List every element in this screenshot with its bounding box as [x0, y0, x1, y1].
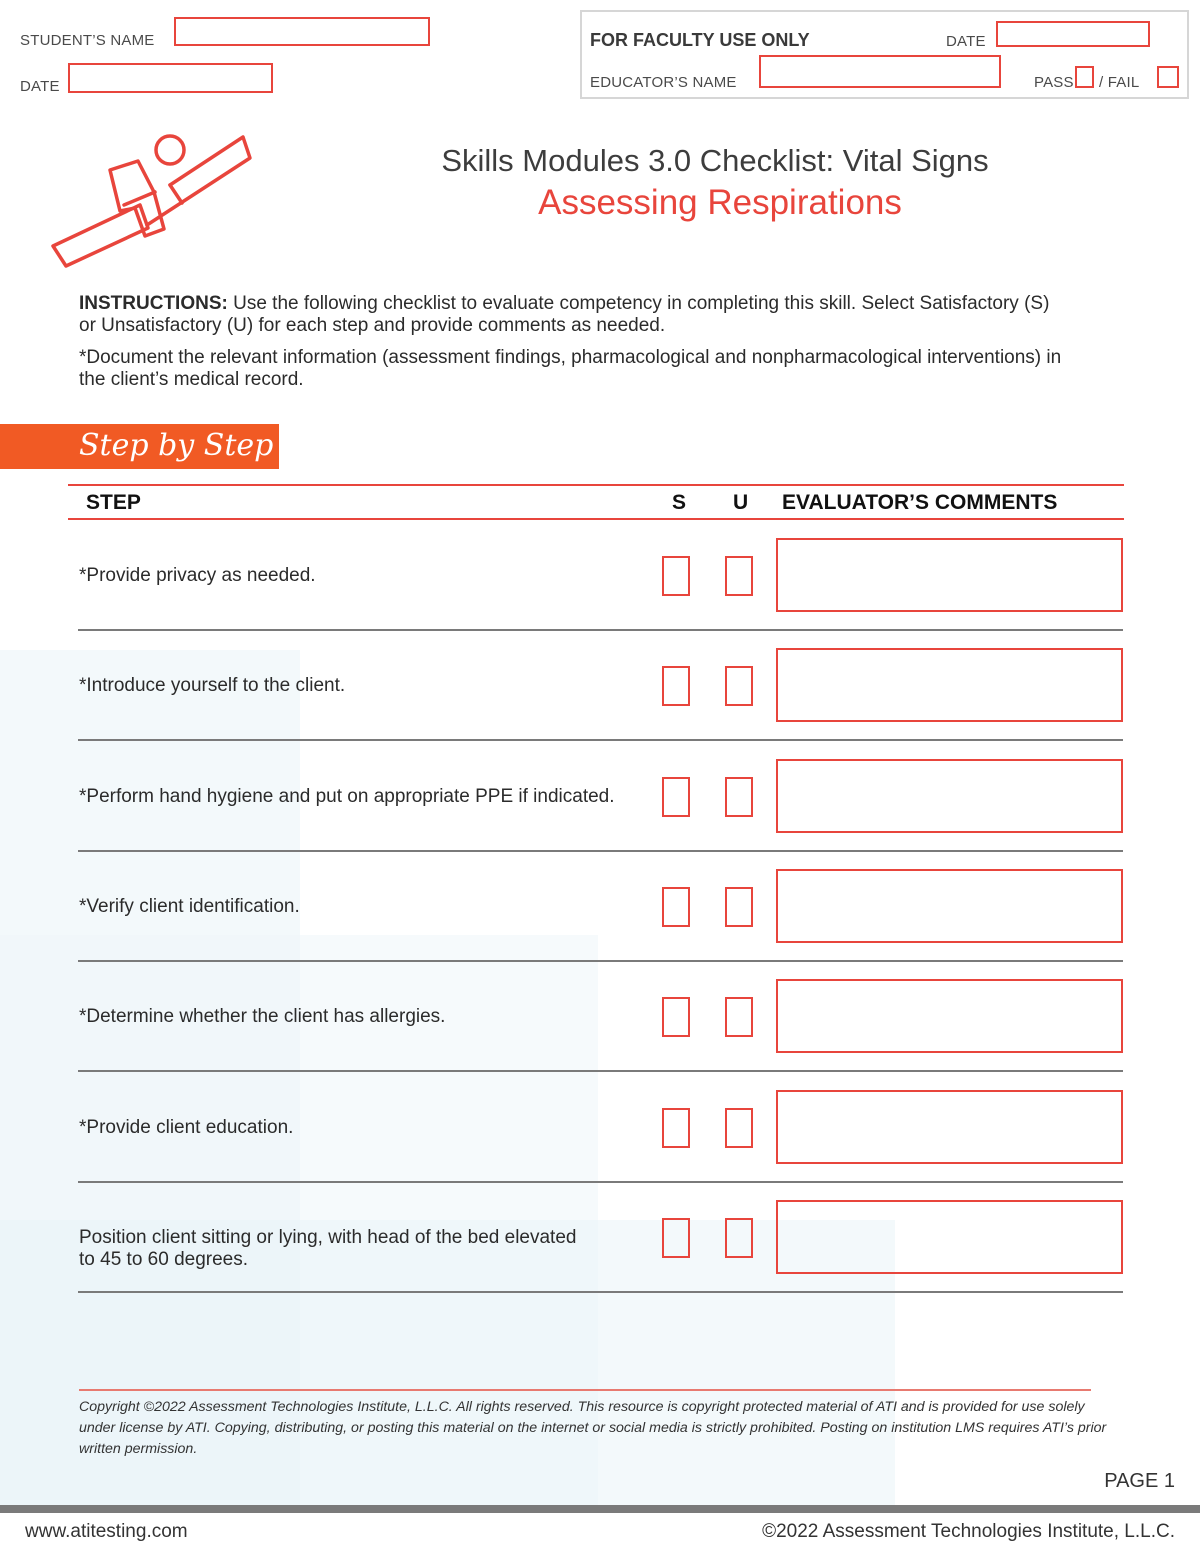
- step-text: *Perform hand hygiene and put on appropr…: [79, 785, 615, 807]
- table-row: *Provide privacy as needed.: [0, 520, 1200, 631]
- evaluator-comment-field[interactable]: [776, 758, 1123, 833]
- date-label: DATE: [20, 78, 60, 95]
- step-text: *Introduce yourself to the client.: [79, 675, 346, 697]
- table-row: *Verify client identification.: [0, 851, 1200, 962]
- fail-checkbox[interactable]: [1157, 66, 1179, 88]
- student-name-label: STUDENT’S NAME: [20, 32, 155, 49]
- fail-label: / FAIL: [1099, 74, 1140, 91]
- section-banner-label: Step by Step: [79, 428, 274, 463]
- evaluator-comment-field[interactable]: [776, 868, 1123, 943]
- pass-label: PASS: [1034, 74, 1074, 91]
- table-row: *Perform hand hygiene and put on appropr…: [0, 741, 1200, 852]
- unsatisfactory-checkbox[interactable]: [725, 1107, 753, 1148]
- document-title: Skills Modules 3.0 Checklist: Vital Sign…: [441, 143, 989, 178]
- satisfactory-checkbox[interactable]: [662, 997, 690, 1038]
- unsatisfactory-checkbox[interactable]: [725, 1217, 753, 1258]
- documentation-note: *Document the relevant information (asse…: [79, 347, 1062, 390]
- satisfactory-checkbox[interactable]: [662, 666, 690, 707]
- evaluator-comment-field[interactable]: [776, 1199, 1123, 1274]
- unsatisfactory-checkbox[interactable]: [725, 776, 753, 817]
- date-field[interactable]: [68, 63, 273, 93]
- row-divider: [78, 1290, 1123, 1293]
- skill-title: Assessing Respirations: [538, 183, 902, 222]
- unsatisfactory-checkbox[interactable]: [725, 666, 753, 707]
- educator-name-field[interactable]: [759, 55, 1001, 88]
- column-header-comments: EVALUATOR’S COMMENTS: [782, 491, 1058, 514]
- step-text: *Verify client identification.: [79, 895, 300, 917]
- instructions: INSTRUCTIONS: Use the following checklis…: [79, 293, 1069, 401]
- satisfactory-checkbox[interactable]: [662, 776, 690, 817]
- copyright-notice: Copyright ©2022 Assessment Technologies …: [79, 1399, 1107, 1457]
- unsatisfactory-checkbox[interactable]: [725, 886, 753, 927]
- website-link[interactable]: www.atitesting.com: [25, 1521, 188, 1543]
- satisfactory-checkbox[interactable]: [662, 886, 690, 927]
- unsatisfactory-checkbox[interactable]: [725, 997, 753, 1038]
- unsatisfactory-checkbox[interactable]: [725, 556, 753, 596]
- table-row: *Provide client education.: [0, 1072, 1200, 1183]
- faculty-use-title: FOR FACULTY USE ONLY: [590, 30, 810, 50]
- pass-checkbox[interactable]: [1075, 66, 1094, 88]
- column-header-step: STEP: [86, 491, 141, 514]
- step-text: Position client sitting or lying, with h…: [79, 1226, 577, 1270]
- table-row: Position client sitting or lying, with h…: [0, 1182, 1200, 1293]
- footer-rule: [79, 1389, 1091, 1391]
- step-text: *Determine whether the client has allerg…: [79, 1006, 446, 1028]
- student-name-field[interactable]: [174, 17, 430, 46]
- evaluator-comment-field[interactable]: [776, 648, 1123, 723]
- evaluator-comment-field[interactable]: [776, 538, 1123, 612]
- evaluator-comment-field[interactable]: [776, 979, 1123, 1054]
- section-banner: Step by Step: [0, 424, 279, 469]
- table-header-top-rule: [68, 484, 1124, 486]
- satisfactory-checkbox[interactable]: [662, 1217, 690, 1258]
- column-header-s: S: [672, 491, 687, 514]
- ati-figure-logo-icon: [51, 134, 252, 268]
- faculty-date-label: DATE: [946, 33, 986, 50]
- satisfactory-checkbox[interactable]: [662, 556, 690, 596]
- page-number: PAGE 1: [1104, 1470, 1175, 1492]
- instructions-lead: INSTRUCTIONS:: [79, 293, 228, 314]
- column-header-u: U: [733, 491, 749, 514]
- faculty-date-field[interactable]: [996, 21, 1150, 47]
- step-text: *Provide privacy as needed.: [79, 565, 316, 586]
- table-row: *Determine whether the client has allerg…: [0, 961, 1200, 1073]
- educator-name-label: EDUCATOR’S NAME: [590, 74, 737, 91]
- footer-bar: [0, 1505, 1200, 1513]
- company-copyright: ©2022 Assessment Technologies Institute,…: [762, 1521, 1175, 1542]
- table-row: *Introduce yourself to the client.: [0, 630, 1200, 742]
- evaluator-comment-field[interactable]: [776, 1089, 1123, 1164]
- step-text: *Provide client education.: [79, 1116, 294, 1138]
- satisfactory-checkbox[interactable]: [662, 1107, 690, 1148]
